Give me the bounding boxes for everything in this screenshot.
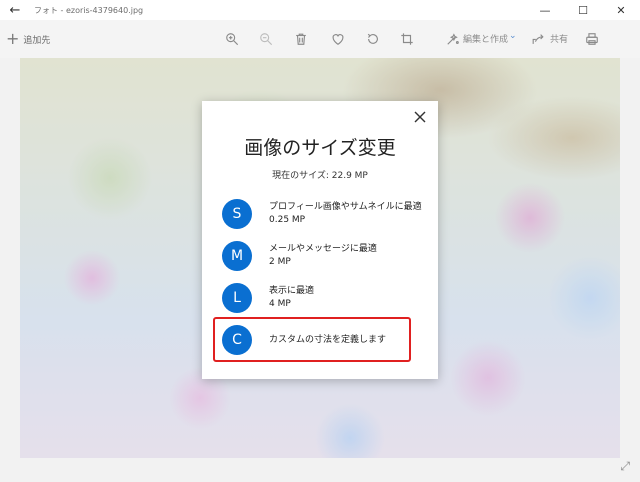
zoom-in-icon[interactable] <box>223 30 241 48</box>
window-title: フォト - ezoris-4379640.jpg <box>34 5 144 15</box>
add-to-button[interactable]: + 追加先 <box>6 31 50 47</box>
chevron-down-icon[interactable]: ⌄ <box>509 31 517 41</box>
option-small[interactable]: S プロフィール画像やサムネイルに最適 0.25 MP <box>222 196 422 232</box>
option-size: 2 MP <box>269 257 291 267</box>
window-controls: — ☐ ✕ <box>526 0 640 20</box>
back-arrow-icon[interactable]: ← <box>0 0 30 20</box>
add-to-label: 追加先 <box>23 35 51 46</box>
option-large[interactable]: L 表示に最適 4 MP <box>222 280 422 316</box>
zoom-out-icon[interactable] <box>257 30 275 48</box>
window-close-button[interactable]: ✕ <box>602 0 640 20</box>
edit-create-icon[interactable] <box>444 30 462 48</box>
minimize-button[interactable]: — <box>526 0 564 20</box>
option-size: 4 MP <box>269 299 291 309</box>
close-icon[interactable] <box>410 107 430 127</box>
share-label[interactable]: 共有 <box>550 32 568 45</box>
title-bar: ← フォト - ezoris-4379640.jpg — ☐ ✕ <box>0 0 640 20</box>
maximize-button[interactable]: ☐ <box>564 0 602 20</box>
expand-icon[interactable]: ⤢ <box>620 459 630 474</box>
delete-icon[interactable] <box>292 30 310 48</box>
option-letter-badge: S <box>222 199 252 229</box>
option-description: プロフィール画像やサムネイルに最適 <box>269 202 422 212</box>
crop-icon[interactable] <box>398 30 416 48</box>
dialog-title: 画像のサイズ変更 <box>244 137 396 159</box>
option-letter-badge: L <box>222 283 252 313</box>
option-size: 0.25 MP <box>269 215 306 225</box>
option-medium[interactable]: M メールやメッセージに最適 2 MP <box>222 238 422 274</box>
favorite-heart-icon[interactable] <box>329 30 347 48</box>
option-letter-badge: M <box>222 241 252 271</box>
toolbar: + 追加先 編集と作成 ⌄ 共有 <box>0 20 640 58</box>
current-size-text: 現在のサイズ: 22.9 MP <box>272 171 368 181</box>
print-icon[interactable] <box>583 30 601 48</box>
edit-create-label[interactable]: 編集と作成 <box>463 32 508 45</box>
rotate-icon[interactable] <box>364 30 382 48</box>
share-icon[interactable] <box>529 30 547 48</box>
highlight-box <box>213 317 411 362</box>
option-description: メールやメッセージに最適 <box>269 244 377 254</box>
option-description: 表示に最適 <box>269 286 315 296</box>
plus-icon: + <box>6 29 20 48</box>
